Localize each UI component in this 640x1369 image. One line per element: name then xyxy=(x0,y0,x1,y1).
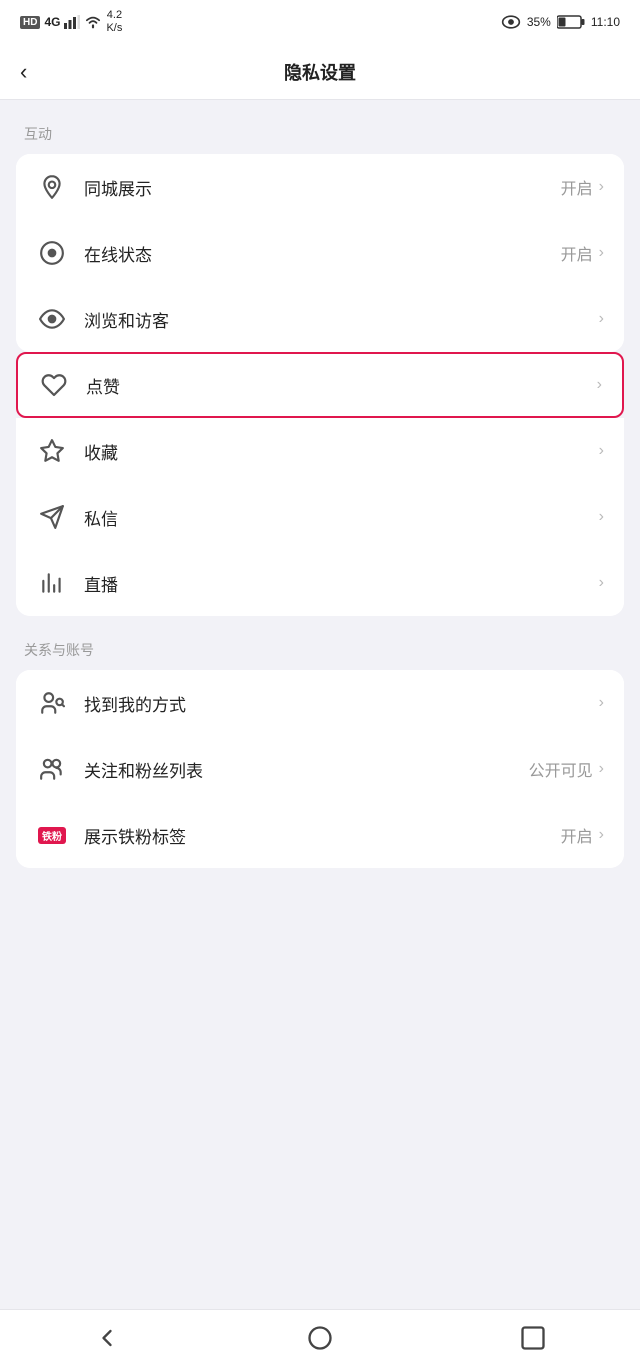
clock: 11:10 xyxy=(591,15,620,29)
section-title-guanxi: 关系与账号 xyxy=(0,640,640,670)
message-icon xyxy=(36,501,68,533)
persons-icon xyxy=(36,753,68,785)
battery-icon xyxy=(557,15,585,29)
online-icon xyxy=(36,237,68,269)
menu-item-tongcheng[interactable]: 同城展示 开启 › xyxy=(16,154,624,220)
zaixian-label: 在线状态 xyxy=(84,241,561,266)
bottom-nav xyxy=(0,1309,640,1369)
guanzhu-label: 关注和粉丝列表 xyxy=(84,757,529,782)
guanzhu-chevron: › xyxy=(599,760,604,778)
zhibo-label: 直播 xyxy=(84,571,593,596)
tongcheng-chevron: › xyxy=(599,178,604,196)
tiefen-label: 展示铁粉标签 xyxy=(84,823,561,848)
network-speed: 4.2K/s xyxy=(106,9,122,35)
guanzhu-value: 公开可见 xyxy=(529,757,593,781)
menu-item-shoucang[interactable]: 收藏 › xyxy=(16,418,624,484)
hudong-card-bottom: 收藏 › 私信 › xyxy=(16,418,624,616)
hudong-card: 同城展示 开启 › 在线状态 开启 › xyxy=(16,154,624,352)
status-left: HD 4G 4.2K/s xyxy=(20,9,122,35)
bar-chart-icon xyxy=(36,567,68,599)
liulan-chevron: › xyxy=(599,310,604,328)
eye-icon xyxy=(36,303,68,335)
tongcheng-value: 开启 xyxy=(561,175,593,199)
nav-recent-button[interactable] xyxy=(503,1318,563,1358)
heart-icon xyxy=(38,369,70,401)
zhaodao-label: 找到我的方式 xyxy=(84,691,593,716)
nav-home-button[interactable] xyxy=(290,1318,350,1358)
menu-item-sixin[interactable]: 私信 › xyxy=(16,484,624,550)
status-right: 35% 11:10 xyxy=(501,15,620,29)
sixin-chevron: › xyxy=(599,508,604,526)
menu-item-liulan[interactable]: 浏览和访客 › xyxy=(16,286,624,352)
status-bar: HD 4G 4.2K/s 35% 11:10 xyxy=(0,0,640,44)
section-hudong: 互动 同城展示 开启 › 在线状态 开启 › xyxy=(0,124,640,616)
liulan-label: 浏览和访客 xyxy=(84,307,593,332)
zhaodao-chevron: › xyxy=(599,694,604,712)
zhibo-chevron: › xyxy=(599,574,604,592)
eye-status-icon xyxy=(501,15,521,29)
menu-item-tiefen[interactable]: 铁粉 展示铁粉标签 开启 › xyxy=(16,802,624,868)
person-search-icon xyxy=(36,687,68,719)
dianzan-chevron: › xyxy=(597,376,602,394)
shoucang-chevron: › xyxy=(599,442,604,460)
zaixian-chevron: › xyxy=(599,244,604,262)
signal-4g: 4G xyxy=(44,15,60,29)
section-title-hudong: 互动 xyxy=(0,124,640,154)
signal-bars-icon xyxy=(64,15,80,29)
tiefen-chevron: › xyxy=(599,826,604,844)
star-icon xyxy=(36,435,68,467)
dianzan-label: 点赞 xyxy=(86,373,591,398)
menu-item-zhibo[interactable]: 直播 › xyxy=(16,550,624,616)
spacer xyxy=(0,868,640,1309)
tiefen-badge: 铁粉 xyxy=(38,827,66,844)
section-guanxi: 关系与账号 找到我的方式 › xyxy=(0,640,640,868)
menu-item-zaixian[interactable]: 在线状态 开启 › xyxy=(16,220,624,286)
menu-item-guanzhu[interactable]: 关注和粉丝列表 公开可见 › xyxy=(16,736,624,802)
menu-item-zhaodao[interactable]: 找到我的方式 › xyxy=(16,670,624,736)
shoucang-label: 收藏 xyxy=(84,439,593,464)
battery-percent: 35% xyxy=(527,15,551,29)
zaixian-value: 开启 xyxy=(561,241,593,265)
page-title: 隐私设置 xyxy=(284,59,356,85)
nav-back-button[interactable] xyxy=(77,1318,137,1358)
header: ‹ 隐私设置 xyxy=(0,44,640,100)
location-icon xyxy=(36,171,68,203)
guanxi-card: 找到我的方式 › 关注和粉丝列表 公开可见 › 铁粉 展示铁粉标签 xyxy=(16,670,624,868)
tiefen-value: 开启 xyxy=(561,823,593,847)
tongcheng-label: 同城展示 xyxy=(84,175,561,200)
back-button[interactable]: ‹ xyxy=(20,59,27,85)
menu-item-dianzan[interactable]: 点赞 › xyxy=(16,352,624,418)
wifi-icon xyxy=(84,15,102,29)
sixin-label: 私信 xyxy=(84,505,593,530)
tiefen-icon: 铁粉 xyxy=(36,819,68,851)
hd-badge: HD xyxy=(20,16,40,29)
